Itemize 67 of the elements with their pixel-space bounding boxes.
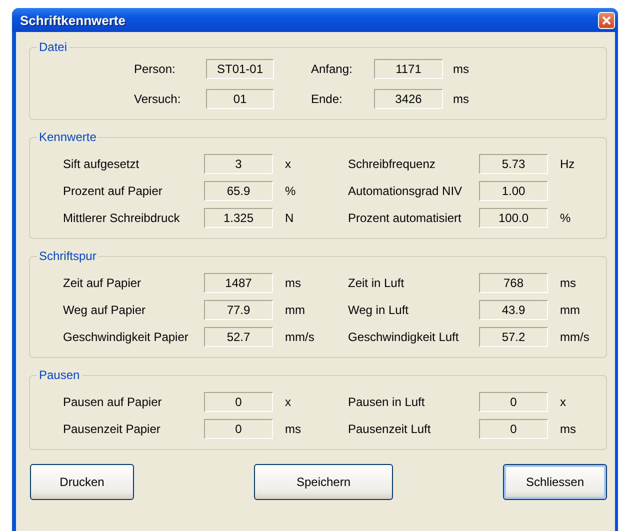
value-field: 3 <box>204 154 273 174</box>
value-field: 768 <box>479 273 548 293</box>
field-label: Pausen in Luft <box>348 395 426 409</box>
unit-label: N <box>284 211 295 225</box>
field-label: Versuch: <box>134 92 182 106</box>
value-field: 0 <box>479 392 548 412</box>
unit-label: ms <box>559 422 577 436</box>
dialog-button[interactable]: Schliessen <box>503 464 607 500</box>
field-label: Prozent automatisiert <box>348 211 462 225</box>
value-field: ST01-01 <box>206 59 274 79</box>
group-title: Pausen <box>38 368 81 382</box>
field-label: Ende: <box>311 92 344 106</box>
field-label: Geschwindigkeit Papier <box>63 330 190 344</box>
unit-label: % <box>284 184 297 198</box>
field-label: Schreibfrequenz <box>348 157 436 171</box>
unit-label: ms <box>284 276 302 290</box>
unit-label: ms <box>284 422 302 436</box>
field-label: Weg auf Papier <box>63 303 146 317</box>
field-label: Pausenzeit Papier <box>63 422 162 436</box>
field-label: Person: <box>134 62 176 76</box>
group-title: Kennwerte <box>38 130 98 144</box>
value-field: 1.325 <box>204 208 273 228</box>
value-field: 0 <box>204 392 273 412</box>
value-field: 1.00 <box>479 181 548 201</box>
unit-label: ms <box>452 92 470 106</box>
unit-label: x <box>284 157 292 171</box>
field-label: Sift aufgesetzt <box>63 157 140 171</box>
field-label: Mittlerer Schreibdruck <box>63 211 181 225</box>
value-field: 1487 <box>204 273 273 293</box>
field-label: Geschwindigkeit Luft <box>348 330 460 344</box>
value-field: 100.0 <box>479 208 548 228</box>
value-field: 1171 <box>374 59 443 79</box>
dialog-button[interactable]: Speichern <box>254 464 393 500</box>
unit-label: % <box>559 211 572 225</box>
value-field: 52.7 <box>204 327 273 347</box>
unit-label: x <box>284 395 292 409</box>
unit-label: Hz <box>559 157 576 171</box>
window-title: Schriftkennwerte <box>20 12 126 28</box>
unit-label: mm <box>284 303 306 317</box>
value-field: 43.9 <box>479 300 548 320</box>
unit-label: x <box>559 395 567 409</box>
field-label: Pausenzeit Luft <box>348 422 432 436</box>
value-field: 01 <box>206 89 274 109</box>
dialog-button[interactable]: Drucken <box>30 464 134 500</box>
unit-label: mm <box>559 303 581 317</box>
unit-label: mm/s <box>284 330 316 344</box>
field-label: Prozent auf Papier <box>63 184 164 198</box>
value-field: 57.2 <box>479 327 548 347</box>
field-label: Pausen auf Papier <box>63 395 163 409</box>
close-button[interactable] <box>598 12 615 28</box>
value-field: 77.9 <box>204 300 273 320</box>
value-field: 0 <box>479 419 548 439</box>
group-title: Schriftspur <box>38 249 98 263</box>
value-field: 65.9 <box>204 181 273 201</box>
value-field: 3426 <box>374 89 443 109</box>
unit-label: ms <box>559 276 577 290</box>
field-label: Weg in Luft <box>348 303 410 317</box>
close-icon <box>602 16 611 24</box>
field-label: Zeit auf Papier <box>63 276 142 290</box>
field-label: Automationsgrad NIV <box>348 184 464 198</box>
value-field: 0 <box>204 419 273 439</box>
value-field: 5.73 <box>479 154 548 174</box>
unit-label: mm/s <box>559 330 590 344</box>
field-label: Zeit in Luft <box>348 276 406 290</box>
group-title: Datei <box>38 40 68 54</box>
unit-label: ms <box>452 62 470 76</box>
field-label: Anfang: <box>311 62 354 76</box>
